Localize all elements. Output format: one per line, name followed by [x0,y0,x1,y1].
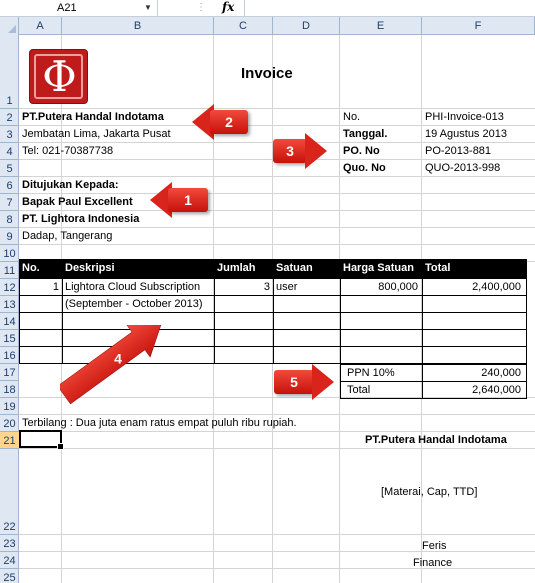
signature-title: Finance [413,557,453,569]
row-header-24[interactable]: 24 [0,552,19,569]
item-description: Lightora Cloud Subscription [65,281,201,293]
column-header-bar: A B C D E F [0,17,535,35]
spreadsheet-grid[interactable]: Φ Invoice PT.Putera Handal Indotama Jemb… [19,35,535,583]
item-unit: user [276,281,298,293]
callout-5: 5 [274,364,334,400]
meta-label-po: PO. No [343,145,380,157]
row-header-5[interactable]: 5 [0,160,19,177]
column-header-e[interactable]: E [340,17,422,35]
item-qty: 3 [263,281,270,293]
row-header-21[interactable]: 21 [0,432,19,449]
item-total: 2,400,000 [472,281,521,293]
meta-value-date: 19 Agustus 2013 [425,128,507,140]
active-cell-a21[interactable] [19,430,64,450]
row-header-bar: 1 2 3 4 5 6 7 8 9 10 11 12 13 14 15 16 1… [0,35,19,583]
recipient-label: Ditujukan Kepada: [22,179,119,191]
meta-value-quo: QUO-2013-998 [425,162,501,174]
row-header-11[interactable]: 11 [0,262,19,279]
chevron-down-icon[interactable]: ▼ [144,3,152,12]
header-unit-price: Harga Satuan [343,262,414,274]
row-header-1[interactable]: 1 [0,35,19,109]
row-header-15[interactable]: 15 [0,330,19,347]
callout-1: 1 [150,182,208,218]
meta-label-no: No. [343,111,361,123]
phi-icon: Φ [42,52,77,101]
meta-label-date: Tanggal. [343,128,388,140]
callout-2: 2 [192,104,248,140]
invoice-title: Invoice [241,65,293,82]
header-unit: Satuan [276,262,313,274]
column-header-b[interactable]: B [62,17,214,35]
row-header-25[interactable]: 25 [0,569,19,583]
header-total: Total [425,262,451,274]
name-box[interactable]: A21 ▼ [0,0,158,17]
ppn-value: 240,000 [481,367,521,379]
recipient-company: PT. Lightora Indonesia [22,213,140,225]
header-no: No. [22,262,40,274]
row-header-2[interactable]: 2 [0,109,19,126]
meta-label-quo: Quo. No [343,162,386,174]
column-header-c[interactable]: C [214,17,273,35]
row-header-6[interactable]: 6 [0,177,19,194]
callout-4: 4 [60,325,162,405]
row-header-17[interactable]: 17 [0,364,19,381]
item-description-note: (September - October 2013) [65,298,203,310]
column-header-d[interactable]: D [273,17,340,35]
row-header-10[interactable]: 10 [0,245,19,262]
total-label: Total [347,384,371,396]
signature-stamp: [Materai, Cap, TTD] [381,486,478,498]
item-price: 800,000 [378,281,418,293]
meta-value-no: PHI-Invoice-013 [425,111,504,123]
cell-reference: A21 [57,2,77,14]
column-header-f[interactable]: F [422,17,535,35]
column-header-a[interactable]: A [19,17,62,35]
row-header-4[interactable]: 4 [0,143,19,160]
amount-in-words: Terbilang : Dua juta enam ratus empat pu… [22,417,297,429]
row-header-12[interactable]: 12 [0,279,19,296]
row-header-20[interactable]: 20 [0,415,19,432]
row-header-23[interactable]: 23 [0,535,19,552]
signature-company: PT.Putera Handal Indotama [365,434,507,446]
header-description: Deskripsi [65,262,115,274]
row-header-22[interactable]: 22 [0,449,19,535]
items-table-header: No. Deskripsi Jumlah Satuan Harga Satuan… [19,259,527,278]
row-header-8[interactable]: 8 [0,211,19,228]
company-tel: Tel: 021-70387738 [22,145,114,157]
svg-text:4: 4 [114,351,122,367]
row-header-14[interactable]: 14 [0,313,19,330]
grip-icon: ⋮ [196,2,206,13]
company-address: Jembatan Lima, Jakarta Pusat [22,128,171,140]
company-logo: Φ [29,49,88,104]
row-header-16[interactable]: 16 [0,347,19,364]
recipient-person: Bapak Paul Excellent [22,196,133,208]
formula-bar: A21 ▼ ⋮ fx [0,0,535,17]
row-header-9[interactable]: 9 [0,228,19,245]
meta-value-po: PO-2013-881 [425,145,492,157]
insert-function-button[interactable]: fx [222,0,234,14]
signature-name: Feris [422,540,447,552]
header-qty: Jumlah [217,262,256,274]
row-header-18[interactable]: 18 [0,381,19,398]
row-header-3[interactable]: 3 [0,126,19,143]
item-no: 1 [52,281,59,293]
select-all-button[interactable] [0,17,19,35]
row-header-13[interactable]: 13 [0,296,19,313]
ppn-label: PPN 10% [347,367,395,379]
row-header-19[interactable]: 19 [0,398,19,415]
row-header-7[interactable]: 7 [0,194,19,211]
total-value: 2,640,000 [472,384,521,396]
callout-3: 3 [273,133,327,169]
recipient-city: Dadap, Tangerang [22,230,113,242]
company-name: PT.Putera Handal Indotama [22,111,164,123]
